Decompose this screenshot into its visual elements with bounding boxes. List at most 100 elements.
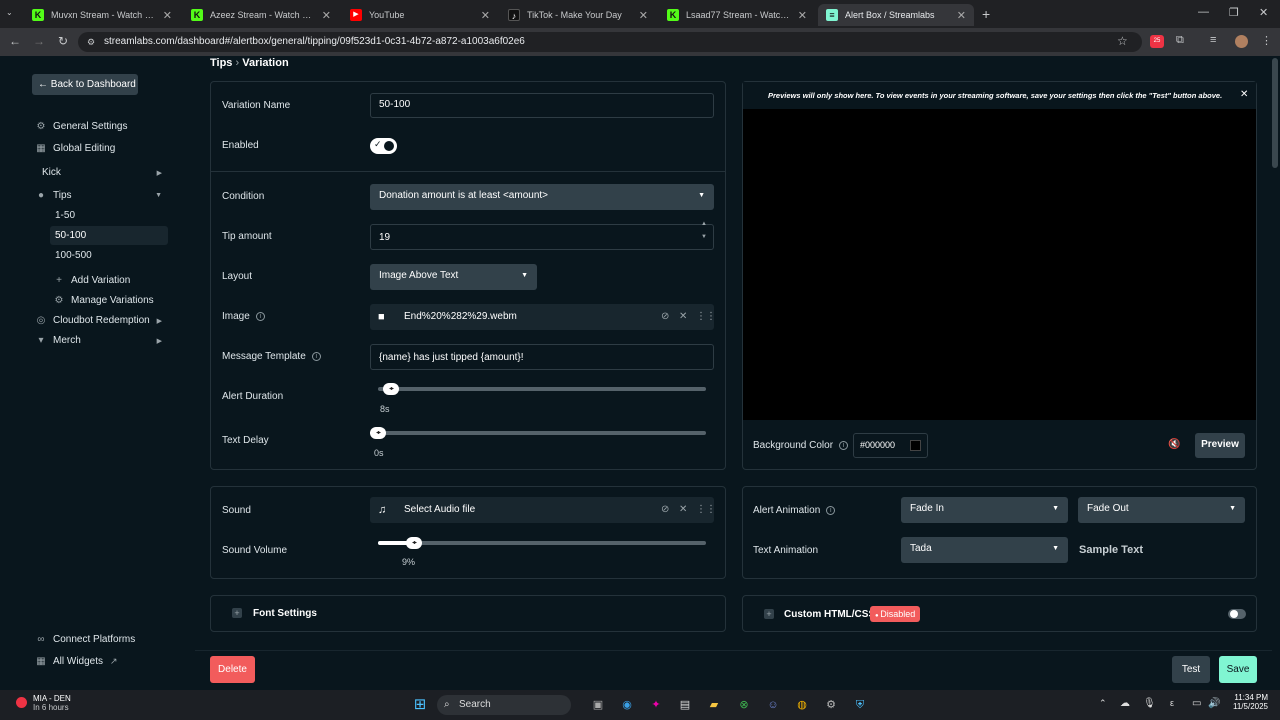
- connect-platforms-link[interactable]: ∞ Connect Platforms: [36, 634, 135, 645]
- close-icon[interactable]: ✕: [481, 9, 490, 22]
- sidebar-item-global-editing[interactable]: ▦ Global Editing: [36, 143, 115, 154]
- discord-icon[interactable]: ☺: [763, 695, 783, 715]
- variation-name-input[interactable]: 50-100: [370, 93, 714, 118]
- taskbar-search-box[interactable]: ⌕ Search: [437, 695, 571, 715]
- browser-menu-icon[interactable]: ⋮: [1261, 34, 1272, 47]
- file-explorer-icon[interactable]: ▰: [704, 695, 724, 715]
- sidebar-item-merch[interactable]: ▾ Merch ▶: [36, 335, 162, 346]
- edge-browser-icon[interactable]: ◉: [617, 695, 637, 715]
- font-settings-label[interactable]: Font Settings: [253, 608, 317, 619]
- copilot-icon[interactable]: ✦: [646, 695, 666, 715]
- bookmark-star-icon[interactable]: ☆: [1117, 34, 1128, 48]
- layout-select[interactable]: Image Above Text ▼: [370, 264, 537, 290]
- close-icon[interactable]: ✕: [163, 9, 172, 22]
- browser-tab-4[interactable]: ♪ TikTok - Make Your Day ✕: [500, 4, 656, 26]
- close-icon[interactable]: ✕: [957, 9, 966, 22]
- weather-team-icon[interactable]: [16, 697, 27, 708]
- close-icon[interactable]: ✕: [639, 9, 648, 22]
- weather-widget[interactable]: MIA - DEN In 6 hours: [33, 694, 71, 712]
- text-animation-select[interactable]: Tada ▼: [901, 537, 1068, 563]
- window-close-icon[interactable]: ✕: [1259, 6, 1268, 19]
- steam-icon[interactable]: ⚙: [821, 695, 841, 715]
- preview-button[interactable]: Preview: [1195, 433, 1245, 458]
- text-delay-slider[interactable]: [370, 431, 706, 435]
- message-template-input[interactable]: {name} has just tipped {amount}!: [370, 344, 714, 370]
- sidebar-item-cloudbot[interactable]: ◎ Cloudbot Redemption ▶: [36, 315, 162, 326]
- all-widgets-link[interactable]: ▦ All Widgets ↗: [36, 656, 117, 667]
- custom-html-css-label[interactable]: Custom HTML/CSS: [784, 609, 875, 620]
- onedrive-cloud-icon[interactable]: ☁: [1120, 698, 1130, 709]
- browser-tab-1[interactable]: K Muvxn Stream - Watch Live on ✕: [24, 4, 180, 26]
- text-delay-slider-handle[interactable]: ◂▸: [370, 427, 386, 439]
- test-button[interactable]: Test: [1172, 656, 1210, 683]
- new-tab-icon[interactable]: +: [982, 6, 990, 22]
- info-icon[interactable]: i: [255, 311, 265, 321]
- expand-plus-icon[interactable]: +: [764, 609, 774, 619]
- xbox-icon[interactable]: ⊗: [734, 695, 754, 715]
- minimize-icon[interactable]: —: [1198, 6, 1209, 18]
- alert-animation-in-select[interactable]: Fade In ▼: [901, 497, 1068, 523]
- close-icon[interactable]: ✕: [1240, 89, 1248, 100]
- volume-icon[interactable]: 🔊: [1208, 698, 1220, 709]
- sidebar-item-tips[interactable]: ● Tips ▼: [36, 190, 162, 201]
- image-file-picker[interactable]: ■ End%20%282%29.webm ⊘ ✕ ⋮⋮: [370, 304, 716, 330]
- add-variation-button[interactable]: + Add Variation: [54, 275, 130, 286]
- mute-icon[interactable]: 🔇: [1168, 439, 1180, 450]
- profile-avatar[interactable]: [1235, 35, 1248, 48]
- sidebar-item-kick[interactable]: Kick ▶: [42, 167, 162, 178]
- close-icon[interactable]: ✕: [322, 9, 331, 22]
- browser-tab-3[interactable]: ▶ YouTube ✕: [342, 4, 498, 26]
- browse-grid-icon[interactable]: ⋮⋮: [696, 304, 716, 330]
- custom-html-css-toggle[interactable]: [1228, 609, 1246, 619]
- task-view-icon[interactable]: ▣: [588, 695, 608, 715]
- info-icon[interactable]: i: [839, 440, 849, 450]
- media-controls-icon[interactable]: ≡: [1210, 34, 1216, 46]
- link-icon[interactable]: ⊘: [661, 497, 669, 523]
- stepper-up-icon[interactable]: ▲: [701, 219, 707, 229]
- microphone-icon[interactable]: 🎙: [1143, 698, 1156, 709]
- back-to-dashboard-button[interactable]: ← Back to Dashboard: [32, 74, 138, 95]
- reload-icon[interactable]: ↻: [55, 34, 71, 48]
- save-button[interactable]: Save: [1219, 656, 1257, 683]
- tray-chevron-icon[interactable]: ⌃: [1099, 698, 1107, 709]
- browse-grid-icon[interactable]: ⋮⋮: [696, 497, 716, 523]
- close-icon[interactable]: ✕: [798, 9, 807, 22]
- back-arrow-icon[interactable]: ←: [7, 34, 23, 48]
- background-color-input[interactable]: #000000: [853, 433, 928, 458]
- alert-animation-out-select[interactable]: Fade Out ▼: [1078, 497, 1245, 523]
- sidebar-variation-3[interactable]: 100-500: [55, 250, 92, 261]
- extensions-puzzle-icon[interactable]: ⧉: [1176, 34, 1184, 47]
- tab-search-icon[interactable]: ⌄: [6, 8, 13, 17]
- language-icon[interactable]: ε: [1170, 698, 1174, 708]
- condition-select[interactable]: Donation amount is at least <amount> ▼: [370, 184, 714, 210]
- browser-tab-2[interactable]: K Azeez Stream - Watch Live on K ✕: [183, 4, 339, 26]
- site-info-icon[interactable]: ⚙: [87, 32, 95, 52]
- forward-arrow-icon[interactable]: →: [31, 34, 47, 48]
- link-icon[interactable]: ⊘: [661, 304, 669, 330]
- alert-duration-slider-handle[interactable]: ◂▸: [383, 383, 399, 395]
- sidebar-item-general-settings[interactable]: ⚙ General Settings: [36, 121, 128, 132]
- browser-tab-6[interactable]: ≡ Alert Box / Streamlabs ✕: [818, 4, 974, 26]
- enabled-toggle[interactable]: ✓: [370, 138, 397, 154]
- sound-volume-slider[interactable]: [378, 541, 706, 545]
- sound-file-picker[interactable]: ♫ Select Audio file ⊘ ✕ ⋮⋮: [370, 497, 716, 523]
- expand-plus-icon[interactable]: +: [232, 608, 242, 618]
- manage-variations-button[interactable]: ⚙ Manage Variations: [54, 295, 154, 306]
- info-icon[interactable]: i: [826, 505, 836, 515]
- maximize-icon[interactable]: ❐: [1229, 6, 1239, 19]
- store-icon[interactable]: ▤: [675, 695, 695, 715]
- tip-amount-input[interactable]: 19 ▲ ▼: [370, 221, 714, 250]
- sidebar-variation-2[interactable]: 50-100: [55, 230, 86, 241]
- sidebar-variation-1[interactable]: 1-50: [55, 210, 75, 221]
- clear-icon[interactable]: ✕: [679, 497, 687, 523]
- info-icon[interactable]: i: [311, 351, 321, 361]
- windows-start-icon[interactable]: ⊞: [410, 695, 430, 715]
- browser-tab-5[interactable]: K Lsaad77 Stream - Watch Live or ✕: [659, 4, 815, 26]
- page-scrollbar[interactable]: [1272, 58, 1278, 168]
- stepper-down-icon[interactable]: ▼: [701, 232, 707, 242]
- sound-volume-slider-handle[interactable]: ◂▸: [406, 537, 422, 549]
- clear-icon[interactable]: ✕: [679, 304, 687, 330]
- network-icon[interactable]: ▭: [1192, 698, 1201, 709]
- alert-duration-slider[interactable]: [378, 387, 706, 391]
- extension-badge-icon[interactable]: 25: [1150, 35, 1164, 48]
